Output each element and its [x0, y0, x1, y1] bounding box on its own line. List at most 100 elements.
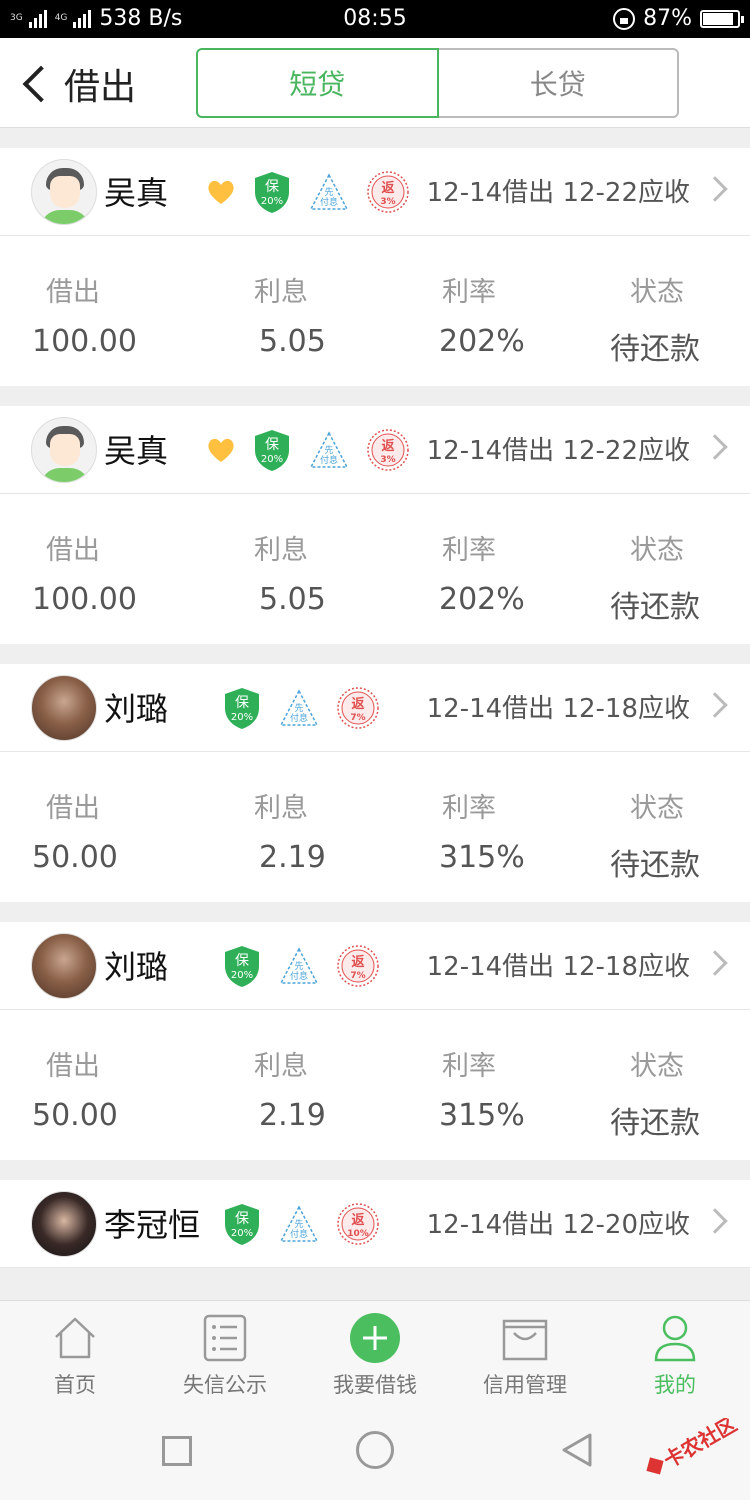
battery-icon: [700, 9, 744, 28]
avatar: [31, 933, 97, 999]
rebate-pct: 3%: [380, 455, 395, 465]
tab-long-loan[interactable]: 长贷: [438, 48, 679, 118]
prepay-label-1: 先: [324, 186, 333, 198]
loan-card[interactable]: 吴真 保 20% 先 付息 返 3% 12-14借出 12-22应收 借出 10…: [0, 148, 750, 386]
amount-value: 100.00: [32, 324, 137, 359]
badge-group: 保 20% 先 付息 返 3%: [206, 170, 410, 214]
prepay-interest-icon: 先 付息: [279, 689, 319, 726]
rotation-lock-icon: [613, 7, 636, 30]
borrower-name: 李冠恒: [104, 1206, 201, 1244]
rebate-stamp-icon: 返 7%: [337, 687, 379, 729]
system-navigation-bar: 卡农社区: [0, 1404, 750, 1500]
watermark-text: 卡农社区: [660, 1418, 741, 1473]
prepay-interest-icon: 先 付息: [309, 173, 349, 210]
interest-label: 利息: [254, 793, 308, 824]
badge-group: 保 20% 先 付息 返 7%: [222, 686, 380, 730]
chevron-right-icon: [702, 434, 728, 460]
battery-percent: 87%: [643, 6, 692, 31]
rate-value: 202%: [439, 582, 525, 617]
status-label: 状态: [630, 1051, 684, 1082]
plus-circle-icon: [350, 1313, 400, 1363]
rate-value: 315%: [439, 1098, 525, 1133]
prepay-interest-icon: 先 付息: [279, 1205, 319, 1242]
loan-card-header[interactable]: 吴真 保 20% 先 付息 返 3% 12-14借出 12-22应收: [0, 406, 750, 494]
guarantee-label: 保: [235, 1211, 249, 1227]
guarantee-pct: 20%: [261, 454, 283, 465]
rate-value: 315%: [439, 840, 525, 875]
guarantee-shield-icon: 保 20%: [225, 688, 259, 729]
interest-value: 2.19: [259, 1098, 326, 1133]
amount-value: 50.00: [32, 840, 118, 875]
interest-value: 2.19: [259, 840, 326, 875]
loan-term-tabs: 短贷 长贷: [196, 48, 679, 118]
recent-apps-button[interactable]: [162, 1436, 192, 1466]
chevron-right-icon: [702, 692, 728, 718]
interest-value: 5.05: [259, 582, 326, 617]
loan-list: 吴真 保 20% 先 付息 返 3% 12-14借出 12-22应收 借出 10…: [0, 148, 750, 1288]
loan-card[interactable]: 李冠恒 保 20% 先 付息 返 10% 12-14借出 12-20应收: [0, 1180, 750, 1268]
guarantee-pct: 20%: [261, 196, 283, 207]
tab-borrow[interactable]: 我要借钱: [300, 1301, 450, 1404]
borrower-name: 吴真: [104, 174, 169, 212]
guarantee-label: 保: [235, 695, 249, 711]
tab-short-loan[interactable]: 短贷: [196, 48, 439, 118]
rebate-stamp-icon: 返 10%: [337, 1203, 379, 1245]
guarantee-shield-icon: 保 20%: [225, 1204, 259, 1245]
loan-card-header[interactable]: 吴真 保 20% 先 付息 返 3% 12-14借出 12-22应收: [0, 148, 750, 236]
tab-home[interactable]: 首页: [0, 1301, 150, 1404]
rate-label: 利率: [442, 793, 496, 824]
rebate-pct: 7%: [350, 713, 365, 723]
tab-credit-label: 信用管理: [483, 1373, 567, 1397]
rebate-pct: 10%: [347, 1229, 369, 1239]
avatar: [31, 417, 97, 483]
borrower-name: 刘璐: [104, 690, 169, 728]
borrower-name: 刘璐: [104, 948, 169, 986]
prepay-interest-icon: 先 付息: [279, 947, 319, 984]
loan-dates: 12-14借出 12-22应收: [426, 178, 690, 208]
rate-value: 202%: [439, 324, 525, 359]
interest-label: 利息: [254, 1051, 308, 1082]
rebate-label: 返: [381, 439, 394, 454]
badge-group: 保 20% 先 付息 返 3%: [206, 428, 410, 472]
amount-label: 借出: [46, 1051, 100, 1082]
loan-card[interactable]: 刘璐 保 20% 先 付息 返 7% 12-14借出 12-18应收 借出 50…: [0, 922, 750, 1160]
tab-credit[interactable]: 信用管理: [450, 1301, 600, 1404]
box-icon: [502, 1319, 548, 1361]
loan-card-header[interactable]: 李冠恒 保 20% 先 付息 返 10% 12-14借出 12-20应收: [0, 1180, 750, 1268]
status-label: 状态: [630, 535, 684, 566]
home-button[interactable]: [356, 1431, 394, 1469]
amount-value: 100.00: [32, 582, 137, 617]
amount-label: 借出: [46, 277, 100, 308]
prepay-label-2: 付息: [320, 196, 338, 208]
guarantee-shield-icon: 保 20%: [255, 430, 289, 471]
prepay-label-2: 付息: [320, 454, 338, 466]
rebate-label: 返: [351, 955, 364, 970]
bottom-tab-bar: 首页 失信公示 我要借钱 信用管理 我的: [0, 1300, 750, 1404]
amount-label: 借出: [46, 793, 100, 824]
loan-dates: 12-14借出 12-18应收: [426, 952, 690, 982]
back-button[interactable]: 借出: [18, 58, 136, 110]
chevron-right-icon: [702, 176, 728, 202]
guarantee-label: 保: [235, 953, 249, 969]
prepay-interest-icon: 先 付息: [309, 431, 349, 468]
guarantee-shield-icon: 保 20%: [225, 946, 259, 987]
back-nav-button[interactable]: [560, 1432, 594, 1468]
guarantee-pct: 20%: [231, 712, 253, 723]
prepay-label-1: 先: [294, 960, 303, 972]
chevron-right-icon: [702, 950, 728, 976]
loan-dates: 12-14借出 12-18应收: [426, 694, 690, 724]
loan-card[interactable]: 吴真 保 20% 先 付息 返 3% 12-14借出 12-22应收 借出 10…: [0, 406, 750, 644]
tab-home-label: 首页: [54, 1373, 96, 1397]
loan-dates: 12-14借出 12-22应收: [426, 436, 690, 466]
tab-blacklist[interactable]: 失信公示: [150, 1301, 300, 1404]
tab-mine[interactable]: 我的: [600, 1301, 750, 1404]
guarantee-label: 保: [265, 437, 279, 453]
loan-card-header[interactable]: 刘璐 保 20% 先 付息 返 7% 12-14借出 12-18应收: [0, 664, 750, 752]
loan-card-header[interactable]: 刘璐 保 20% 先 付息 返 7% 12-14借出 12-18应收: [0, 922, 750, 1010]
status-value: 待还款: [610, 332, 700, 367]
prepay-label-2: 付息: [290, 1228, 308, 1240]
loan-card[interactable]: 刘璐 保 20% 先 付息 返 7% 12-14借出 12-18应收 借出 50…: [0, 664, 750, 902]
rebate-stamp-icon: 返 7%: [337, 945, 379, 987]
tab-borrow-label: 我要借钱: [333, 1373, 417, 1397]
prepay-label-1: 先: [294, 1218, 303, 1230]
